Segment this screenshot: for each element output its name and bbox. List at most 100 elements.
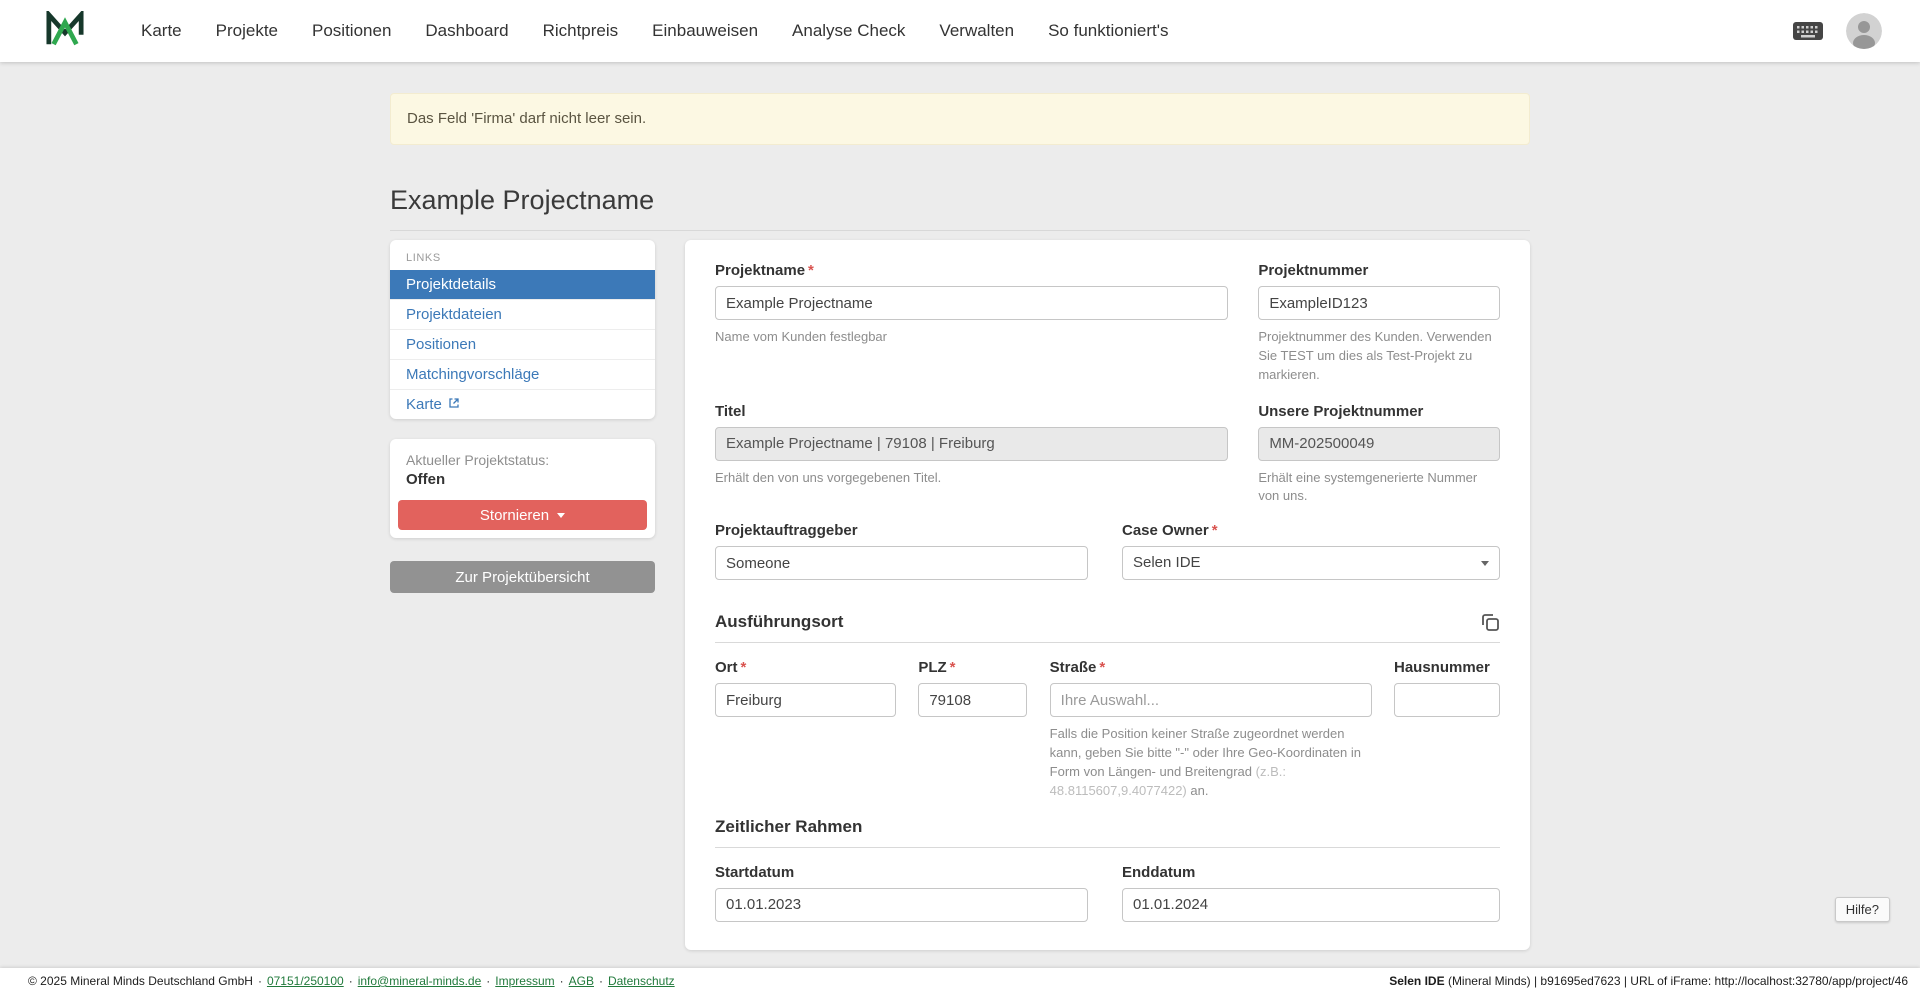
footer-link-phone[interactable]: 07151/250100 — [267, 974, 344, 988]
enddatum-input[interactable] — [1122, 888, 1500, 922]
projektauftraggeber-input[interactable] — [715, 546, 1088, 580]
sidebar-item-label: Projektdetails — [406, 276, 496, 293]
hausnummer-field-group: Hausnummer — [1394, 659, 1500, 717]
nav-item-karte[interactable]: Karte — [124, 21, 199, 41]
sidebar-item-projektdateien[interactable]: Projektdateien — [390, 299, 655, 329]
keyboard-icon[interactable] — [1792, 19, 1824, 43]
strasse-input[interactable] — [1050, 683, 1372, 717]
projektname-help: Name vom Kunden festlegbar — [715, 328, 1228, 347]
sidebar-links-card: LINKS Projektdetails Projektdateien Posi… — [390, 240, 655, 419]
strasse-field-group: Straße* Falls die Position keiner Straße… — [1050, 659, 1372, 800]
validation-alert: Das Feld 'Firma' darf nicht leer sein. — [390, 93, 1530, 145]
startdatum-field-group: Startdatum — [715, 864, 1088, 922]
sidebar: LINKS Projektdetails Projektdateien Posi… — [390, 240, 655, 593]
footer-link-datenschutz[interactable]: Datenschutz — [608, 974, 675, 988]
nav-item-verwalten[interactable]: Verwalten — [922, 21, 1031, 41]
ausfuehrungsort-section-title: Ausführungsort — [715, 612, 843, 632]
projektnummer-input[interactable] — [1258, 286, 1500, 320]
sidebar-item-projektdetails[interactable]: Projektdetails — [390, 270, 655, 299]
alert-text: Das Feld 'Firma' darf nicht leer sein. — [407, 110, 646, 127]
footer-link-impressum[interactable]: Impressum — [495, 974, 554, 988]
footer-link-agb[interactable]: AGB — [569, 974, 594, 988]
case-owner-field-group: Case Owner* Selen IDE — [1122, 522, 1500, 580]
hausnummer-label: Hausnummer — [1394, 659, 1500, 676]
status-value: Offen — [398, 471, 647, 488]
strasse-label: Straße* — [1050, 659, 1372, 676]
nav-item-einbauweisen[interactable]: Einbauweisen — [635, 21, 775, 41]
projektname-label: Projektname* — [715, 262, 1228, 279]
top-navbar: Karte Projekte Positionen Dashboard Rich… — [0, 0, 1920, 62]
navbar-actions — [1792, 13, 1882, 49]
projektauftraggeber-field-group: Projektauftraggeber — [715, 522, 1088, 580]
ausfuehrungsort-section: Ausführungsort Ort* — [715, 612, 1500, 800]
ort-label: Ort* — [715, 659, 896, 676]
section-divider — [715, 847, 1500, 848]
nav-item-projekte[interactable]: Projekte — [199, 21, 295, 41]
chevron-down-icon — [557, 513, 565, 518]
footer-left: © 2025 Mineral Minds Deutschland GmbH · … — [28, 974, 675, 988]
startdatum-label: Startdatum — [715, 864, 1088, 881]
nav-item-positionen[interactable]: Positionen — [295, 21, 408, 41]
mineral-minds-logo-icon — [46, 11, 84, 52]
case-owner-select[interactable]: Selen IDE — [1122, 546, 1500, 580]
hilfe-button[interactable]: Hilfe? — [1835, 897, 1890, 922]
titel-label: Titel — [715, 403, 1228, 420]
projektname-input[interactable] — [715, 286, 1228, 320]
page-content: Das Feld 'Firma' darf nicht leer sein. E… — [0, 93, 1920, 950]
footer: © 2025 Mineral Minds Deutschland GmbH · … — [0, 968, 1920, 994]
app-logo[interactable] — [46, 11, 84, 52]
required-marker: * — [808, 262, 814, 279]
required-marker: * — [950, 659, 956, 676]
ort-input[interactable] — [715, 683, 896, 717]
projektname-field-group: Projektname* Name vom Kunden festlegbar — [715, 262, 1228, 347]
required-marker: * — [1099, 659, 1105, 676]
hausnummer-input[interactable] — [1394, 683, 1500, 717]
case-owner-selected-value: Selen IDE — [1133, 554, 1201, 571]
section-divider — [715, 642, 1500, 643]
sidebar-item-label: Matchingvorschläge — [406, 366, 539, 383]
projektauftraggeber-label: Projektauftraggeber — [715, 522, 1088, 539]
nav-item-dashboard[interactable]: Dashboard — [408, 21, 525, 41]
required-marker: * — [1212, 522, 1218, 539]
projektnummer-help: Projektnummer des Kunden. Verwenden Sie … — [1258, 328, 1500, 385]
stornieren-button-label: Stornieren — [480, 507, 549, 524]
unsere-projektnummer-field-group: Unsere Projektnummer Erhält eine systemg… — [1258, 403, 1500, 507]
footer-separator: · — [258, 974, 262, 988]
unsere-projektnummer-input — [1258, 427, 1500, 461]
enddatum-label: Enddatum — [1122, 864, 1500, 881]
sidebar-item-label: Karte — [406, 396, 442, 413]
copy-icon[interactable] — [1480, 612, 1500, 632]
sidebar-item-karte[interactable]: Karte — [390, 389, 655, 419]
status-label: Aktueller Projektstatus: — [398, 452, 647, 468]
chevron-down-icon — [1481, 561, 1489, 566]
footer-separator: · — [349, 974, 353, 988]
nav-item-analyse-check[interactable]: Analyse Check — [775, 21, 922, 41]
footer-separator: · — [560, 974, 564, 988]
nav-item-so-funktionierts[interactable]: So funktioniert's — [1031, 21, 1185, 41]
unsere-projektnummer-label: Unsere Projektnummer — [1258, 403, 1500, 420]
nav-item-richtpreis[interactable]: Richtpreis — [526, 21, 636, 41]
user-avatar-icon[interactable] — [1846, 13, 1882, 49]
zeitlicher-rahmen-section: Zeitlicher Rahmen Startdatum Enddatum — [715, 817, 1500, 922]
unsere-projektnummer-help: Erhält eine systemgenerierte Nummer von … — [1258, 469, 1500, 507]
external-link-icon — [448, 396, 460, 413]
plz-label: PLZ* — [918, 659, 1027, 676]
projektnummer-label: Projektnummer — [1258, 262, 1500, 279]
footer-separator: · — [599, 974, 603, 988]
sidebar-item-label: Projektdateien — [406, 306, 502, 323]
footer-separator: · — [486, 974, 490, 988]
plz-input[interactable] — [918, 683, 1027, 717]
project-details-form: Projektname* Name vom Kunden festlegbar … — [685, 240, 1530, 950]
sidebar-item-matchingvorschlaege[interactable]: Matchingvorschläge — [390, 359, 655, 389]
titel-input — [715, 427, 1228, 461]
stornieren-button[interactable]: Stornieren — [398, 500, 647, 530]
title-divider — [390, 230, 1530, 231]
zur-projektuebersicht-button[interactable]: Zur Projektübersicht — [390, 561, 655, 593]
main-navigation: Karte Projekte Positionen Dashboard Rich… — [124, 21, 1186, 41]
footer-user: Selen IDE — [1389, 974, 1444, 988]
strasse-help: Falls die Position keiner Straße zugeord… — [1050, 725, 1372, 800]
startdatum-input[interactable] — [715, 888, 1088, 922]
sidebar-item-positionen[interactable]: Positionen — [390, 329, 655, 359]
footer-link-email[interactable]: info@mineral-minds.de — [358, 974, 482, 988]
footer-session-details: (Mineral Minds) | b91695ed7623 | URL of … — [1445, 974, 1908, 988]
